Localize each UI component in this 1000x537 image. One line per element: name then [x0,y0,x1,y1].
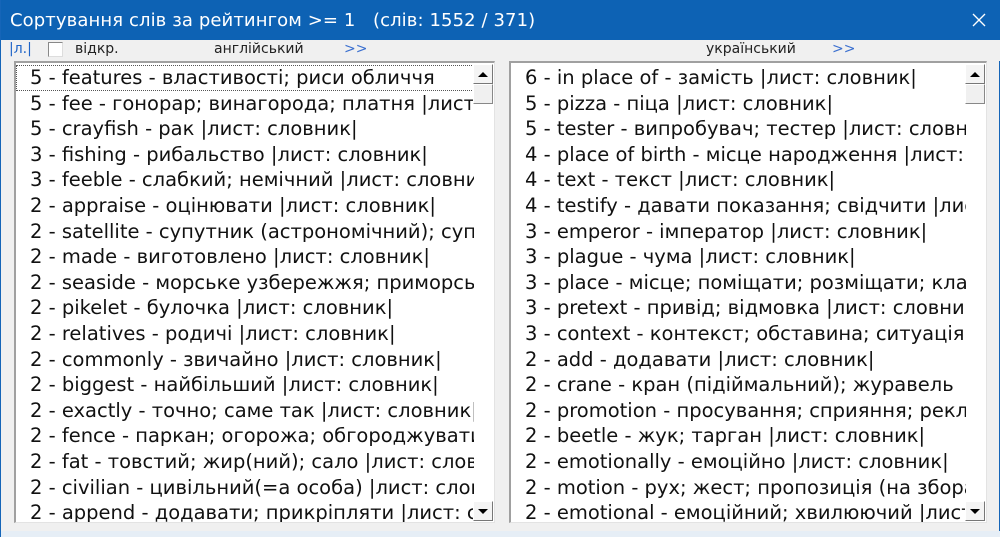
arrow-down-icon [970,508,980,514]
list-item[interactable]: 2 - append - додавати; прикріпляти |лист… [16,500,474,522]
list-item[interactable]: 4 - text - текст |лист: словник| [511,167,966,193]
list-item[interactable]: 3 - pretext - привід; відмовка |лист: сл… [511,295,966,321]
list-item[interactable]: 2 - exactly - точно; саме так |лист: сло… [16,398,474,424]
list-item[interactable]: 3 - emperor - імператор |лист: словник| [511,219,966,245]
list-item[interactable]: 6 - in place of - замість |лист: словник… [511,65,966,91]
l-button[interactable]: |л.| [9,41,32,57]
list-item[interactable]: 2 - satellite - супутник (астрономічний)… [16,219,474,245]
english-column-header: англійський [214,41,304,57]
list-item[interactable]: 2 - appraise - оцінювати |лист: словник| [16,193,474,219]
arrow-down-icon [478,508,488,514]
arrow-up-icon [970,71,980,77]
close-button[interactable] [957,0,1000,40]
ukrainian-expand-button[interactable]: >> [832,41,855,57]
toolbar: |л.| відкр. англійський >> український >… [1,40,1000,61]
close-icon [972,13,986,27]
ukrainian-column-header: український [706,41,796,57]
list-item[interactable]: 2 - crane - кран (підіймальний); журавел… [511,372,966,398]
list-item[interactable]: 2 - pikelet - булочка |лист: словник| [16,295,474,321]
ukrainian-list-scrollbar[interactable] [965,63,986,522]
list-item[interactable]: 2 - civilian - цивільний(=а особа) |лист… [16,475,474,501]
scroll-down-button[interactable] [473,501,493,521]
window-title: Сортування слів за рейтингом >= 1 (слів:… [10,10,536,31]
list-item[interactable]: 2 - fence - паркан; огорожа; обгороджува… [16,423,474,449]
open-checkbox-label: відкр. [75,41,119,57]
english-word-list[interactable]: 5 - features - властивості; риси обличчя… [14,61,495,523]
list-item[interactable]: 5 - crayfish - рак |лист: словник| [16,116,474,142]
scroll-thumb[interactable] [965,84,985,104]
scroll-thumb[interactable] [473,84,493,104]
title-bar: Сортування слів за рейтингом >= 1 (слів:… [1,0,1000,40]
scroll-up-button[interactable] [473,64,493,84]
ukrainian-word-rows: 6 - in place of - замість |лист: словник… [511,65,966,522]
list-item[interactable]: 3 - fishing - рибальство |лист: словник| [16,142,474,168]
english-list-scrollbar[interactable] [473,63,494,522]
english-word-rows: 5 - features - властивості; риси обличчя… [16,65,474,522]
list-item[interactable]: 3 - plague - чума |лист: словник| [511,244,966,270]
scroll-down-button[interactable] [965,501,985,521]
list-item[interactable]: 2 - made - виготовлено |лист: словник| [16,244,474,270]
list-item[interactable]: 2 - emotional - емоційний; хвилюючий |ли… [511,500,966,522]
open-checkbox[interactable] [48,42,63,57]
english-expand-button[interactable]: >> [344,41,367,57]
list-item[interactable]: 5 - features - властивості; риси обличчя [16,65,474,91]
list-item[interactable]: 4 - place of birth - місце народження |л… [511,142,966,168]
list-item[interactable]: 5 - tester - випробувач; тестер |лист: с… [511,116,966,142]
list-item[interactable]: 3 - context - контекст; обставина; ситуа… [511,321,966,347]
list-item[interactable]: 5 - pizza - піца |лист: словник| [511,91,966,117]
list-item[interactable]: 5 - fee - гонорар; винагорода; платня |л… [16,91,474,117]
list-item[interactable]: 2 - promotion - просування; сприяння; ре… [511,398,966,424]
list-item[interactable]: 2 - biggest - найбільший |лист: словник| [16,372,474,398]
list-item[interactable]: 2 - commonly - звичайно |лист: словник| [16,347,474,373]
ukrainian-word-list[interactable]: 6 - in place of - замість |лист: словник… [509,61,987,523]
list-item[interactable]: 2 - add - додавати |лист: словник| [511,347,966,373]
list-item[interactable]: 2 - relatives - родичі |лист: словник| [16,321,474,347]
window-bottom-edge [1,531,1000,537]
list-item[interactable]: 2 - emotionally - емоційно |лист: словни… [511,449,966,475]
list-item[interactable]: 2 - motion - рух; жест; пропозиція (на з… [511,475,966,501]
list-item[interactable]: 2 - beetle - жук; тарган |лист: словник| [511,423,966,449]
scroll-up-button[interactable] [965,64,985,84]
list-item[interactable]: 3 - place - місце; поміщати; розміщати; … [511,270,966,296]
list-item[interactable]: 2 - fat - товстий; жир(ний); сало |лист:… [16,449,474,475]
arrow-up-icon [478,71,488,77]
list-item[interactable]: 3 - feeble - слабкий; немічний |лист: сл… [16,167,474,193]
list-item[interactable]: 2 - seaside - морське узбережжя; приморс… [16,270,474,296]
list-item[interactable]: 4 - testify - давати показання; свідчити… [511,193,966,219]
